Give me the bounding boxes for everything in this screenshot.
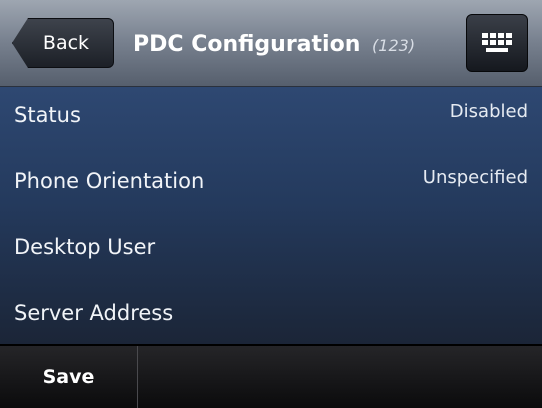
setting-label: Desktop User xyxy=(14,235,156,259)
page-title: PDC Configuration (123) xyxy=(133,32,415,57)
setting-value: Unspecified xyxy=(422,167,528,188)
setting-row-server-address[interactable]: Server Address xyxy=(0,285,542,349)
setting-row-desktop-user[interactable]: Desktop User xyxy=(0,219,542,283)
keyboard-button[interactable] xyxy=(466,14,528,72)
softkey-bar: Save xyxy=(0,344,542,408)
keyboard-icon xyxy=(482,33,512,52)
setting-label: Server Address xyxy=(14,301,174,325)
setting-value: Disabled xyxy=(449,101,528,122)
back-button-label: Back xyxy=(42,32,90,54)
page-title-count: (123) xyxy=(372,36,416,55)
back-button[interactable]: Back xyxy=(12,18,114,68)
setting-row-phone-orientation[interactable]: Phone Orientation Unspecified xyxy=(0,153,542,217)
setting-label: Phone Orientation xyxy=(14,169,205,193)
title-bar: Back PDC Configuration (123) xyxy=(0,0,542,87)
setting-row-status[interactable]: Status Disabled xyxy=(0,87,542,151)
page-title-text: PDC Configuration xyxy=(133,32,361,57)
save-softkey[interactable]: Save xyxy=(0,346,138,408)
settings-list: Status Disabled Phone Orientation Unspec… xyxy=(0,87,542,344)
setting-label: Status xyxy=(14,103,81,127)
